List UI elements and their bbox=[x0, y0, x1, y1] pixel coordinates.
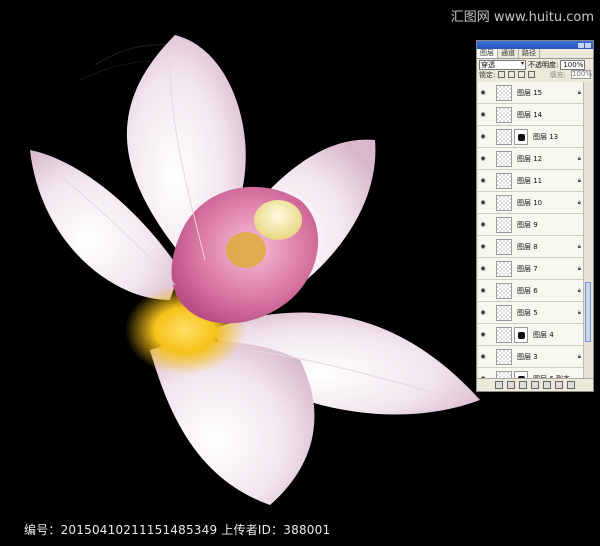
layers-scrollbar[interactable] bbox=[583, 82, 592, 378]
layer-thumbnail bbox=[496, 348, 512, 365]
layers-panel: 图层 通道 路径 穿透 不透明度: 100% 锁定: 填充: 100% ◉图层 … bbox=[476, 40, 594, 392]
watermark-top: 汇图网 www.huitu.com bbox=[450, 10, 594, 25]
layer-thumbnail bbox=[496, 304, 512, 321]
layer-name: 图层 3 bbox=[517, 352, 538, 361]
lock-icon: 🔒︎ bbox=[577, 286, 581, 294]
layer-row[interactable]: ◉ 图层 14 bbox=[478, 104, 585, 126]
lock-transparency-icon[interactable] bbox=[498, 71, 506, 78]
layer-thumbnail bbox=[496, 128, 512, 145]
layer-name: 图层 12 bbox=[517, 154, 543, 163]
layer-thumbnail bbox=[496, 106, 512, 123]
layer-style-icon[interactable] bbox=[507, 381, 515, 389]
blend-row: 穿透 不透明度: 100% bbox=[477, 59, 593, 70]
fill-label: 填充: bbox=[549, 70, 566, 79]
delete-layer-icon[interactable] bbox=[567, 381, 575, 389]
eye-icon[interactable]: ◉ bbox=[478, 265, 488, 272]
layer-thumbnail bbox=[496, 282, 512, 299]
lock-icon: 🔒︎ bbox=[577, 308, 581, 316]
layer-row[interactable]: ◉ 图层 4 bbox=[478, 324, 585, 346]
layer-row[interactable]: ◉图层 6 副本 bbox=[478, 368, 585, 378]
layer-name: 图层 15 bbox=[517, 88, 543, 97]
lock-label: 锁定: bbox=[479, 70, 496, 79]
layer-row[interactable]: ◉ 图层 9 bbox=[478, 214, 585, 236]
layer-row[interactable]: ◉ 图层 10 🔒︎ bbox=[478, 192, 585, 214]
add-mask-icon[interactable] bbox=[519, 381, 527, 389]
lock-position-icon[interactable] bbox=[518, 71, 526, 78]
eye-icon[interactable]: ◉ bbox=[478, 199, 488, 206]
opacity-input[interactable]: 100% bbox=[560, 59, 586, 70]
layer-row[interactable]: ◉ 图层 6 🔒︎ bbox=[478, 280, 585, 302]
layer-row[interactable]: ◉ 图层 7 🔒︎ bbox=[478, 258, 585, 280]
layer-row[interactable]: ◉ 图层 3 🔒︎ bbox=[478, 346, 585, 368]
footer-caption: 编号：20150410211151485349 上传者ID：388001 bbox=[24, 523, 331, 537]
eye-icon[interactable]: ◉ bbox=[478, 287, 488, 294]
adjustment-layer-icon[interactable] bbox=[531, 381, 539, 389]
layer-mask-thumbnail[interactable] bbox=[514, 370, 528, 378]
panel-bottom-bar bbox=[477, 378, 593, 391]
layer-row[interactable]: ◉ 图层 15 🔒︎ bbox=[478, 82, 585, 104]
layer-thumbnail bbox=[496, 370, 512, 378]
eye-icon[interactable]: ◉ bbox=[478, 111, 488, 118]
layer-thumbnail bbox=[496, 194, 512, 211]
opacity-label: 不透明度: bbox=[528, 60, 559, 69]
panel-tabs: 图层 通道 路径 bbox=[477, 49, 593, 59]
close-icon[interactable] bbox=[585, 42, 591, 48]
scrollbar-thumb[interactable] bbox=[585, 282, 591, 342]
new-group-icon[interactable] bbox=[543, 381, 551, 389]
layer-mask-thumbnail[interactable] bbox=[514, 326, 528, 343]
layer-name: 图层 9 bbox=[517, 220, 538, 229]
eye-icon[interactable]: ◉ bbox=[478, 243, 488, 250]
layer-name: 图层 5 bbox=[517, 308, 538, 317]
lock-icon: 🔒︎ bbox=[577, 154, 581, 162]
layer-thumbnail bbox=[496, 172, 512, 189]
lock-icon: 🔒︎ bbox=[577, 176, 581, 184]
layer-mask-thumbnail[interactable] bbox=[514, 128, 528, 145]
eye-icon[interactable]: ◉ bbox=[478, 331, 488, 338]
lock-row: 锁定: 填充: 100% bbox=[477, 70, 593, 79]
layer-name: 图层 7 bbox=[517, 264, 538, 273]
minimize-icon[interactable] bbox=[578, 42, 584, 48]
lock-icon: 🔒︎ bbox=[577, 88, 581, 96]
lock-icon: 🔒︎ bbox=[577, 198, 581, 206]
layer-name: 图层 10 bbox=[517, 198, 543, 207]
layer-row[interactable]: ◉ 图层 11 🔒︎ bbox=[478, 170, 585, 192]
fill-input[interactable]: 100% bbox=[571, 70, 592, 79]
new-layer-icon[interactable] bbox=[555, 381, 563, 389]
eye-icon[interactable]: ◉ bbox=[478, 133, 488, 140]
eye-icon[interactable]: ◉ bbox=[478, 177, 488, 184]
layers-list: ◉ 图层 15 🔒︎ ◉ 图层 14 ◉ 图层 13 ◉ 图层 12 🔒︎ ◉ 图层 11 🔒︎ ◉ 图层 … bbox=[478, 82, 585, 378]
lock-image-icon[interactable] bbox=[508, 71, 516, 78]
layer-name: 图层 4 bbox=[533, 330, 554, 339]
eye-icon[interactable]: ◉ bbox=[478, 89, 488, 96]
lock-icon: 🔒︎ bbox=[577, 242, 581, 250]
eye-icon[interactable]: ◉ bbox=[478, 309, 488, 316]
eye-icon[interactable]: ◉ bbox=[478, 155, 488, 162]
layer-thumbnail bbox=[496, 150, 512, 167]
layer-name: 图层 14 bbox=[517, 110, 543, 119]
panel-titlebar bbox=[477, 41, 593, 49]
tab-layers[interactable]: 图层 bbox=[477, 49, 498, 58]
layer-thumbnail bbox=[496, 216, 512, 233]
layer-thumbnail bbox=[496, 84, 512, 101]
layer-name: 图层 11 bbox=[517, 176, 543, 185]
layer-name: 图层 6 bbox=[517, 286, 538, 295]
blend-mode-select[interactable]: 穿透 bbox=[479, 59, 526, 70]
layer-row[interactable]: ◉ 图层 5 🔒︎ bbox=[478, 302, 585, 324]
lock-icon: 🔒︎ bbox=[577, 352, 581, 360]
tab-paths[interactable]: 路径 bbox=[519, 49, 540, 58]
layer-name: 图层 13 bbox=[533, 132, 559, 141]
layer-thumbnail bbox=[496, 260, 512, 277]
eye-icon[interactable]: ◉ bbox=[478, 221, 488, 228]
layer-thumbnail bbox=[496, 326, 512, 343]
layer-thumbnail bbox=[496, 238, 512, 255]
layer-row[interactable]: ◉ 图层 8 🔒︎ bbox=[478, 236, 585, 258]
eye-icon[interactable]: ◉ bbox=[478, 353, 488, 360]
layer-row[interactable]: ◉ 图层 13 bbox=[478, 126, 585, 148]
lock-icon: 🔒︎ bbox=[577, 264, 581, 272]
layer-name: 图层 8 bbox=[517, 242, 538, 251]
link-layers-icon[interactable] bbox=[495, 381, 503, 389]
layer-row[interactable]: ◉ 图层 12 🔒︎ bbox=[478, 148, 585, 170]
tab-channels[interactable]: 通道 bbox=[498, 49, 519, 58]
lock-all-icon[interactable] bbox=[528, 71, 536, 78]
